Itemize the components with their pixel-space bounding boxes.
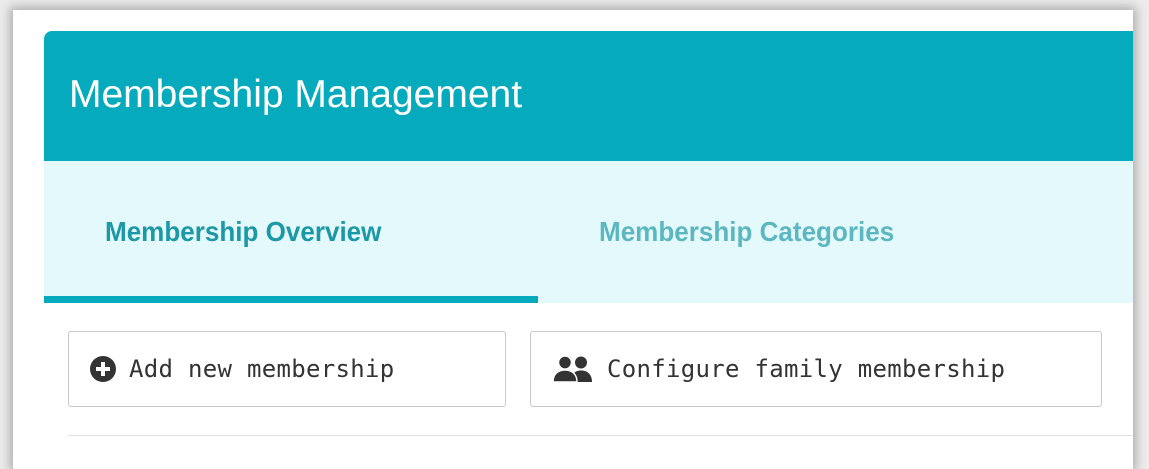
tab-membership-categories[interactable]: Membership Categories [599, 161, 894, 303]
users-icon [552, 355, 592, 383]
page-title: Membership Management [69, 73, 523, 116]
toolbar: Add new membership Configure family memb… [44, 303, 1133, 443]
toolbar-divider [68, 435, 1133, 436]
tab-bar: Membership Overview Membership Categorie… [44, 161, 1133, 303]
configure-family-membership-button[interactable]: Configure family membership [530, 331, 1102, 407]
configure-family-membership-label: Configure family membership [607, 355, 1006, 383]
membership-panel: Membership Management Membership Overvie… [44, 31, 1133, 469]
panel-header: Membership Management [44, 31, 1133, 161]
add-new-membership-label: Add new membership [129, 355, 395, 383]
active-tab-indicator [44, 296, 538, 303]
window-frame: Membership Management Membership Overvie… [13, 10, 1133, 469]
add-new-membership-button[interactable]: Add new membership [68, 331, 506, 407]
plus-circle-icon [90, 356, 116, 382]
tab-membership-overview[interactable]: Membership Overview [105, 161, 381, 303]
